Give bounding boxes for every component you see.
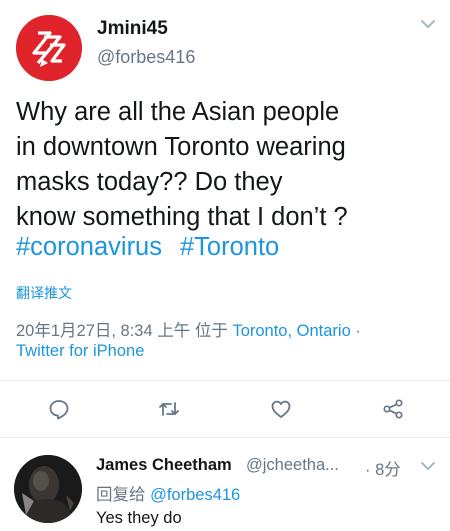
- reply-text: Yes they do: [96, 509, 182, 527]
- reply-time: · 8分: [365, 461, 401, 479]
- replying-to: 回复给 @forbes416: [96, 481, 240, 505]
- user-photo-icon: [14, 455, 82, 523]
- reply-author-handle[interactable]: @jcheetha...: [246, 456, 339, 475]
- retweet-icon[interactable]: [158, 398, 180, 420]
- tweet-text-line: in downtown Toronto wearing: [16, 133, 346, 161]
- logo-icon: [16, 15, 82, 81]
- reply-tweet[interactable]: James Cheetham @jcheetha... · 8分 回复给 @fo…: [0, 438, 450, 531]
- source-link[interactable]: Twitter for iPhone: [16, 342, 144, 361]
- replying-prefix: 回复给: [96, 486, 146, 504]
- tweet-meta: 20年1月27日, 8:34 上午 位于 Toronto, Ontario ·: [16, 317, 361, 341]
- meta-separator: ·: [355, 322, 361, 340]
- avatar[interactable]: [16, 15, 82, 81]
- reply-avatar[interactable]: [14, 455, 82, 523]
- reply-icon[interactable]: [48, 398, 70, 420]
- location-link[interactable]: Toronto, Ontario: [232, 322, 350, 340]
- tweet-text: Why are all the Asian people in downtown…: [16, 95, 436, 235]
- hashtag-coronavirus[interactable]: #coronavirus: [16, 233, 162, 261]
- reply-author-name[interactable]: James Cheetham: [96, 456, 232, 475]
- hashtags: #coronavirus #Toronto: [16, 232, 279, 262]
- tweet-text-line: know something that I don’t ?: [16, 203, 348, 231]
- timestamp: 20年1月27日, 8:34 上午 位于: [16, 322, 228, 340]
- like-icon[interactable]: [270, 398, 292, 420]
- divider: [0, 380, 450, 381]
- author-handle[interactable]: @forbes416: [97, 47, 195, 68]
- chevron-down-icon[interactable]: [419, 459, 437, 473]
- tweet-text-line: Why are all the Asian people: [16, 98, 340, 126]
- replying-to-link[interactable]: @forbes416: [150, 486, 240, 504]
- main-tweet: Jmini45 @forbes416 Why are all the Asian…: [0, 0, 450, 438]
- tweet-text-line: masks today?? Do they: [16, 168, 283, 196]
- author-name[interactable]: Jmini45: [97, 18, 168, 40]
- share-icon[interactable]: [382, 398, 404, 420]
- chevron-down-icon[interactable]: [418, 16, 438, 32]
- translate-link[interactable]: 翻译推文: [16, 283, 72, 303]
- hashtag-toronto[interactable]: #Toronto: [180, 233, 279, 261]
